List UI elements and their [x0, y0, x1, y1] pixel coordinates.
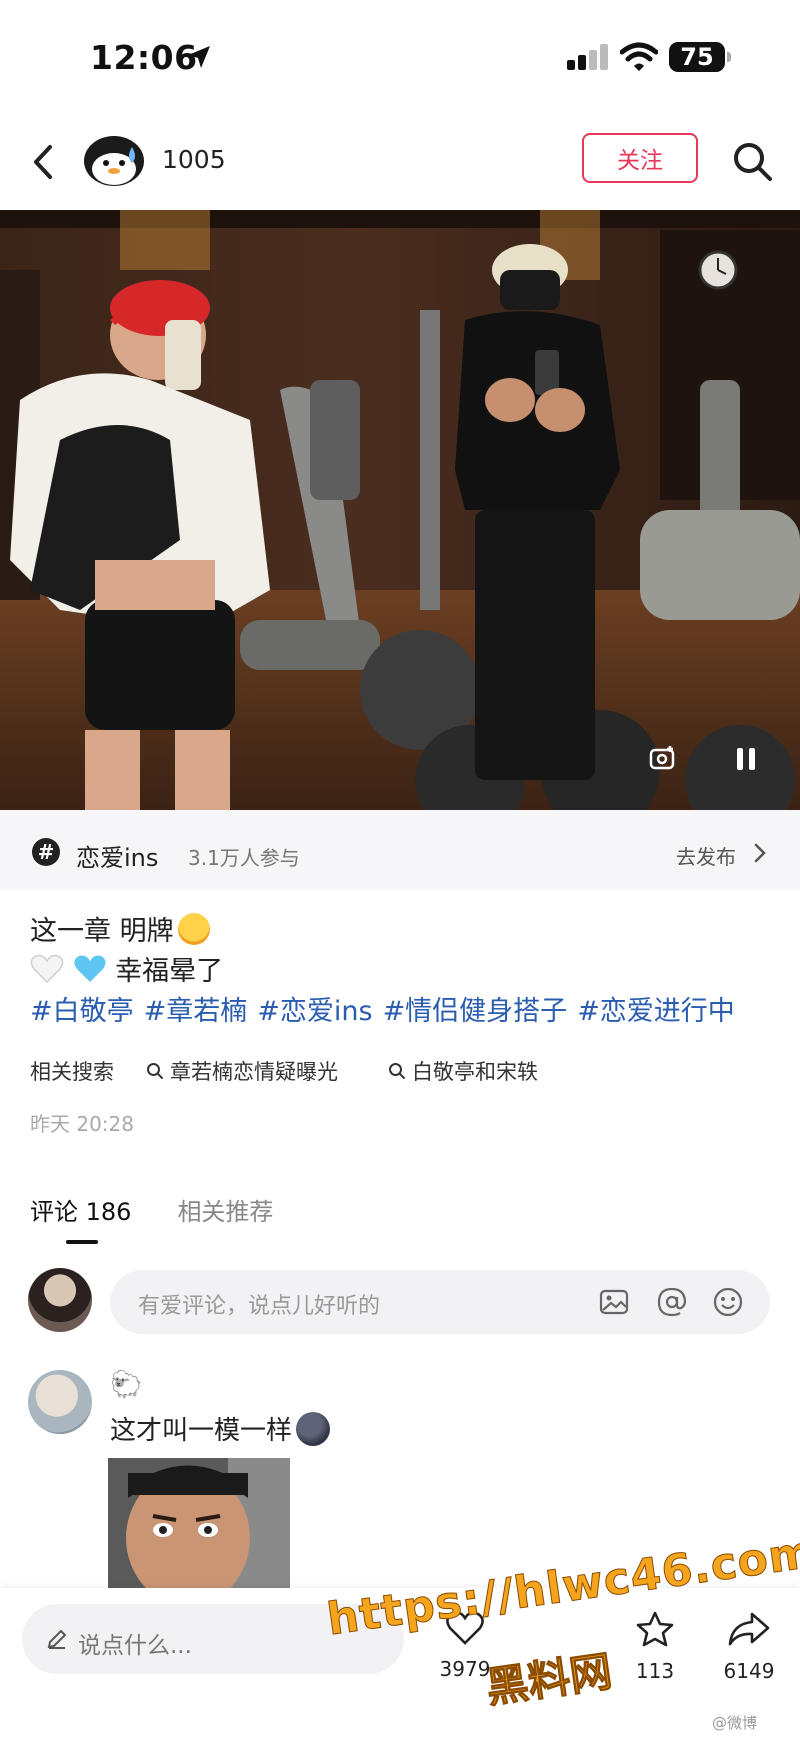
my-avatar[interactable] — [28, 1268, 92, 1332]
topic-bar[interactable]: # 恋爱ins 3.1万人参与 去发布 — [0, 810, 800, 890]
follow-button[interactable]: 关注 — [582, 133, 698, 183]
image-icon[interactable] — [596, 1284, 632, 1320]
cellular-signal-icon — [567, 44, 611, 70]
tab-related-recommend[interactable]: 相关推荐 — [177, 1192, 273, 1252]
topic-publish-link[interactable]: 去发布 — [676, 841, 736, 870]
author-name[interactable]: 1005 — [162, 145, 226, 174]
weibo-watermark: @微博 — [712, 1714, 758, 1732]
related-searches: 相关搜索 章若楠恋情疑曝光 白敬亭和宋轶 — [30, 1054, 588, 1088]
battery-indicator: 75 — [669, 42, 725, 72]
comment-text: 这才叫一模一样 — [110, 1410, 331, 1447]
commenter-avatar[interactable] — [28, 1370, 92, 1434]
wifi-icon — [620, 42, 658, 71]
chevron-right-icon — [754, 843, 766, 863]
post-time: 昨天 20:28 — [30, 1112, 134, 1136]
share-arrow-icon — [728, 1612, 770, 1646]
search-icon[interactable] — [730, 139, 774, 183]
comment-placeholder: 有爱评论，说点儿好听的 — [138, 1294, 381, 1319]
status-bar: 12:06 75 — [0, 0, 800, 115]
active-tab-indicator — [66, 1240, 98, 1244]
commenter-name[interactable]: 🐑 — [110, 1370, 142, 1400]
post-photo[interactable] — [0, 210, 800, 810]
smiling-face-with-hearts-icon — [177, 913, 210, 945]
related-search-query[interactable]: 章若楠恋情疑曝光 — [146, 1056, 338, 1086]
related-searches-label: 相关搜索 — [30, 1060, 114, 1084]
hashtag-icon: # — [32, 838, 60, 866]
hashtag-link[interactable]: #白敬亭 — [30, 996, 134, 1027]
share-button[interactable]: 6149 — [714, 1610, 784, 1683]
caption-line-2: 幸福晕了 — [30, 952, 780, 992]
caption-line-1: 这一章 明牌 — [30, 912, 780, 952]
reaction-face-image — [108, 1458, 290, 1588]
hashtag-link[interactable]: #情侣健身搭子 — [383, 996, 568, 1027]
topic-name[interactable]: 恋爱ins — [76, 838, 158, 873]
share-count: 6149 — [723, 1659, 775, 1683]
hashtag-list: #白敬亭 #章若楠 #恋爱ins #情侣健身搭子 #恋爱进行中 — [30, 992, 780, 1032]
comment-image[interactable] — [108, 1458, 290, 1588]
hashtag-link[interactable]: #章若楠 — [144, 996, 248, 1027]
pencil-icon — [47, 1629, 67, 1649]
live-photo-icon[interactable] — [648, 744, 678, 774]
comment-input[interactable]: 有爱评论，说点儿好听的 — [110, 1270, 770, 1334]
author-avatar[interactable] — [82, 133, 146, 187]
pause-icon[interactable] — [734, 746, 758, 772]
topic-participants: 3.1万人参与 — [188, 846, 300, 870]
collect-button[interactable]: 113 — [620, 1610, 690, 1683]
hashtag-link[interactable]: #恋爱ins — [257, 996, 372, 1027]
status-time: 12:06 — [90, 38, 198, 77]
blob-emoji-icon — [296, 1412, 331, 1446]
mention-icon[interactable] — [654, 1284, 690, 1320]
location-arrow-icon — [188, 46, 210, 68]
collect-count: 113 — [635, 1659, 675, 1683]
search-icon — [147, 1063, 163, 1079]
related-search-query[interactable]: 白敬亭和宋轶 — [388, 1056, 538, 1086]
white-heart-icon — [30, 954, 64, 984]
emoji-icon[interactable] — [710, 1284, 746, 1320]
star-outline-icon — [636, 1611, 674, 1647]
search-icon — [389, 1063, 405, 1079]
comment-tabs: 评论 186 相关推荐 — [30, 1192, 319, 1252]
top-nav: 1005 关注 — [0, 115, 800, 210]
hashtag-link[interactable]: #恋爱进行中 — [577, 996, 735, 1027]
say-something-placeholder: 说点什么... — [78, 1633, 192, 1659]
battery-cap — [727, 52, 731, 62]
blue-heart-icon — [74, 955, 106, 982]
gym-mirror-selfie-image — [0, 210, 800, 810]
post-caption: 这一章 明牌 幸福晕了 #白敬亭 #章若楠 #恋爱ins #情侣健身搭子 #恋爱进行中 — [30, 912, 780, 1032]
back-icon[interactable] — [24, 137, 64, 187]
